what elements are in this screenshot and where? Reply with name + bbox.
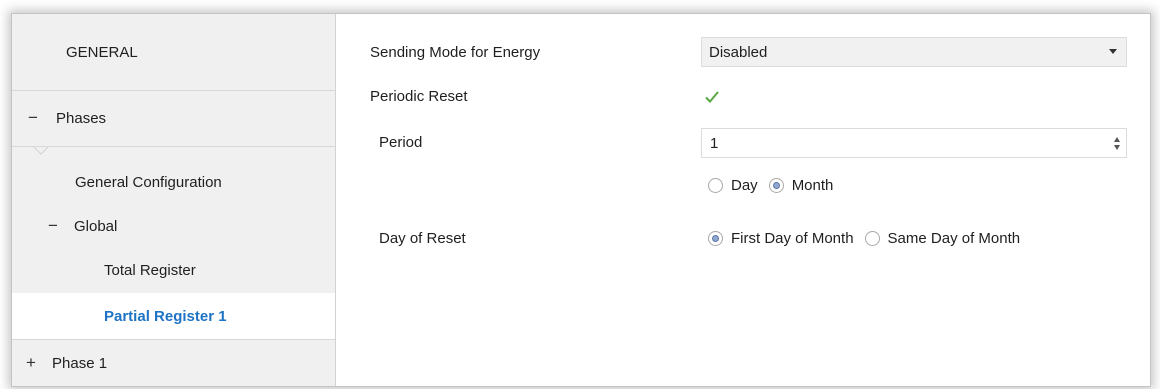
sidebar-item-label: Total Register — [104, 261, 196, 279]
spin-up-icon[interactable] — [1114, 137, 1120, 142]
sidebar-item-global[interactable]: − Global — [12, 204, 335, 248]
collapse-icon[interactable]: − — [44, 216, 62, 236]
radio-first-day[interactable] — [708, 231, 723, 246]
radio-month-label: Month — [791, 177, 834, 194]
radio-same-day-label: Same Day of Month — [887, 230, 1021, 247]
day-of-reset-label: Day of Reset — [379, 230, 466, 247]
sidebar-tree: GENERAL − Phases General Configuration −… — [12, 14, 336, 386]
radio-month[interactable] — [768, 178, 784, 193]
tree-notch-icon — [34, 147, 48, 155]
checkmark-icon — [705, 91, 719, 103]
period-spinner[interactable]: 1 — [701, 128, 1127, 158]
sidebar-item-label: Phase 1 — [52, 354, 108, 372]
sidebar-item-phases[interactable]: − Phases — [12, 90, 335, 147]
sending-mode-dropdown[interactable]: Disabled — [701, 37, 1127, 67]
day-of-reset-radio-group: First Day of Month Same Day of Month — [708, 230, 1031, 247]
dialog-window: GENERAL − Phases General Configuration −… — [11, 13, 1151, 387]
sidebar-item-label: GENERAL — [66, 43, 138, 61]
sidebar-item-partial-register-1[interactable]: Partial Register 1 — [12, 293, 335, 340]
settings-panel: Sending Mode for Energy Disabled Periodi… — [336, 14, 1150, 386]
dropdown-value: Disabled — [709, 43, 768, 61]
radio-day[interactable] — [708, 178, 723, 193]
period-value: 1 — [710, 134, 719, 152]
sending-mode-label: Sending Mode for Energy — [370, 44, 541, 61]
sidebar-item-general[interactable]: GENERAL — [12, 14, 335, 91]
sidebar-item-label: Phases — [56, 109, 107, 127]
spin-down-icon[interactable] — [1114, 145, 1120, 150]
collapse-icon[interactable]: − — [24, 108, 42, 128]
radio-first-day-label: First Day of Month — [731, 230, 854, 247]
sidebar-item-general-configuration[interactable]: General Configuration — [12, 160, 335, 204]
sidebar-item-label: Partial Register 1 — [104, 307, 227, 325]
sidebar-item-phase-1[interactable]: + Phase 1 — [12, 340, 335, 386]
periodic-reset-checkbox[interactable] — [703, 88, 721, 106]
periodic-reset-label: Periodic Reset — [370, 88, 468, 105]
period-unit-radio-group: Day Month — [708, 177, 844, 194]
sidebar-item-total-register[interactable]: Total Register — [12, 248, 335, 292]
sidebar-item-label: General Configuration — [75, 173, 222, 191]
expand-icon[interactable]: + — [22, 353, 40, 373]
period-label: Period — [379, 134, 423, 151]
radio-same-day[interactable] — [864, 231, 880, 246]
radio-day-label: Day — [731, 177, 758, 194]
chevron-down-icon — [1109, 49, 1117, 54]
sidebar-item-label: Global — [74, 217, 118, 235]
